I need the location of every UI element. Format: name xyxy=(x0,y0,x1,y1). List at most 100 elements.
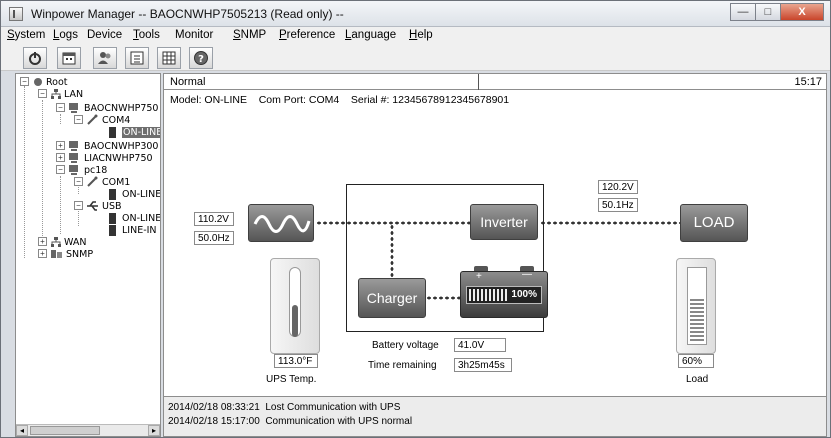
snmp-icon xyxy=(51,250,62,258)
menu-device[interactable]: Device xyxy=(87,29,122,41)
ups-monitor-panel: Normal 15:17 Model: ON-LINE Com Port: CO… xyxy=(163,73,827,437)
computer-icon xyxy=(69,165,78,175)
tree-com1[interactable]: COM1 xyxy=(102,177,130,188)
tree-linein-usb[interactable]: LINE-IN xyxy=(122,225,157,236)
app-icon xyxy=(9,7,23,21)
sine-wave-icon xyxy=(253,215,311,233)
app-window: Winpower Manager -- BAOCNWHP7505213 (Rea… xyxy=(0,0,831,438)
expand-com1[interactable]: − xyxy=(74,177,83,186)
status-time: 15:17 xyxy=(794,76,822,88)
users-button[interactable] xyxy=(93,47,117,69)
device-tree: − Root − LAN − BAOCNWHP750 − COM4 ON-LIN… xyxy=(15,73,161,437)
ups-device-icon xyxy=(109,127,116,138)
tree-host2[interactable]: BAOCNWHP300 xyxy=(84,141,158,152)
expand-host1[interactable]: − xyxy=(56,103,65,112)
computer-icon xyxy=(69,153,78,163)
battery-graphic: + — 100% xyxy=(460,266,548,318)
battery-minus-label: — xyxy=(522,269,532,280)
tree-root[interactable]: Root xyxy=(46,77,68,88)
expand-pc18[interactable]: − xyxy=(56,165,65,174)
tree-wan[interactable]: WAN xyxy=(64,237,86,248)
expand-wan[interactable]: + xyxy=(38,237,47,246)
status-strip: Normal 15:17 xyxy=(164,74,826,90)
input-frequency: 50.0Hz xyxy=(194,231,234,245)
expand-com4[interactable]: − xyxy=(74,115,83,124)
load-caption: Load xyxy=(686,374,709,385)
charger-block: Charger xyxy=(358,278,426,318)
tree-usb[interactable]: USB xyxy=(102,201,122,212)
temperature-caption: UPS Temp. xyxy=(266,374,317,385)
expand-usb[interactable]: − xyxy=(74,201,83,210)
battery-voltage-label: Battery voltage xyxy=(372,340,439,351)
root-icon xyxy=(34,78,42,86)
temperature-value: 113.0°F xyxy=(274,354,318,368)
tree-pc18[interactable]: pc18 xyxy=(84,165,107,176)
ups-device-icon xyxy=(109,189,116,200)
menu-help[interactable]: Help xyxy=(409,29,433,41)
time-remaining-label: Time remaining xyxy=(368,360,437,371)
battery-percent: 100% xyxy=(511,289,537,300)
menu-system[interactable]: System xyxy=(7,29,45,41)
window-controls: — □ X xyxy=(730,3,824,21)
battery-charge-fill xyxy=(469,289,509,301)
expand-snmp[interactable]: + xyxy=(38,249,47,258)
output-frequency: 50.1Hz xyxy=(598,198,638,212)
list-button[interactable] xyxy=(125,47,149,69)
temperature-gauge xyxy=(270,258,320,354)
port-icon xyxy=(87,176,98,187)
tree-online-usb[interactable]: ON-LINE xyxy=(122,213,160,224)
table-button[interactable] xyxy=(157,47,181,69)
expand-host2[interactable]: + xyxy=(56,141,65,150)
expand-lan[interactable]: − xyxy=(38,89,47,98)
computer-icon xyxy=(69,141,78,151)
help-icon: ? xyxy=(194,51,208,65)
power-button[interactable] xyxy=(23,47,47,69)
tree-lan[interactable]: LAN xyxy=(64,89,83,100)
menu-language[interactable]: Language xyxy=(345,29,396,41)
minimize-button[interactable]: — xyxy=(730,3,756,21)
title-bar: Winpower Manager -- BAOCNWHP7505213 (Rea… xyxy=(1,1,830,27)
log-entry: 2014/02/18 08:33:21 Lost Communication w… xyxy=(168,402,401,413)
ups-device-icon xyxy=(109,225,116,236)
network-icon xyxy=(51,237,61,247)
log-entry: 2014/02/18 15:17:00 Communication with U… xyxy=(168,416,413,427)
event-log: 2014/02/18 08:33:21 Lost Communication w… xyxy=(164,396,826,436)
load-level-fill xyxy=(690,299,704,342)
users-icon xyxy=(98,52,111,64)
maximize-button[interactable]: □ xyxy=(755,3,781,21)
expand-root[interactable]: − xyxy=(20,77,29,86)
scroll-left-icon[interactable]: ◂ xyxy=(16,425,28,436)
close-button[interactable]: X xyxy=(780,3,824,21)
tree-snmp[interactable]: SNMP xyxy=(66,249,93,260)
scroll-thumb[interactable] xyxy=(30,426,100,435)
battery-voltage-value: 41.0V xyxy=(454,338,506,352)
menu-snmp[interactable]: SNMP xyxy=(233,29,266,41)
menu-tools[interactable]: Tools xyxy=(133,29,160,41)
battery-plus-label: + xyxy=(476,271,482,282)
calendar-icon xyxy=(62,52,76,65)
list-icon xyxy=(130,51,144,65)
menu-preference[interactable]: Preference xyxy=(279,29,335,41)
tree-host1[interactable]: BAOCNWHP750 xyxy=(84,103,158,114)
scroll-right-icon[interactable]: ▸ xyxy=(148,425,160,436)
menu-monitor[interactable]: Monitor xyxy=(175,29,213,41)
inverter-to-load-line xyxy=(540,221,680,225)
menu-logs[interactable]: Logs xyxy=(53,29,78,41)
toolbar: ? xyxy=(1,45,830,71)
expand-host3[interactable]: + xyxy=(56,153,65,162)
network-icon xyxy=(51,89,61,99)
calendar-button[interactable] xyxy=(57,47,81,69)
computer-icon xyxy=(69,103,78,113)
ac-input-block xyxy=(248,204,314,242)
tree-horizontal-scrollbar[interactable]: ◂ ▸ xyxy=(16,424,160,436)
output-voltage: 120.2V xyxy=(598,180,638,194)
window-title: Winpower Manager -- BAOCNWHP7505213 (Rea… xyxy=(31,7,344,21)
tree-com4[interactable]: COM4 xyxy=(102,115,130,126)
power-icon xyxy=(29,52,41,65)
tree-host3[interactable]: LIACNWHP750 xyxy=(84,153,153,164)
load-block: LOAD xyxy=(680,204,748,242)
tree-online-com1[interactable]: ON-LINE xyxy=(122,189,160,200)
port-icon xyxy=(87,114,98,125)
tree-online-com4[interactable]: ON-LINE xyxy=(122,127,160,138)
help-button[interactable]: ? xyxy=(189,47,213,69)
